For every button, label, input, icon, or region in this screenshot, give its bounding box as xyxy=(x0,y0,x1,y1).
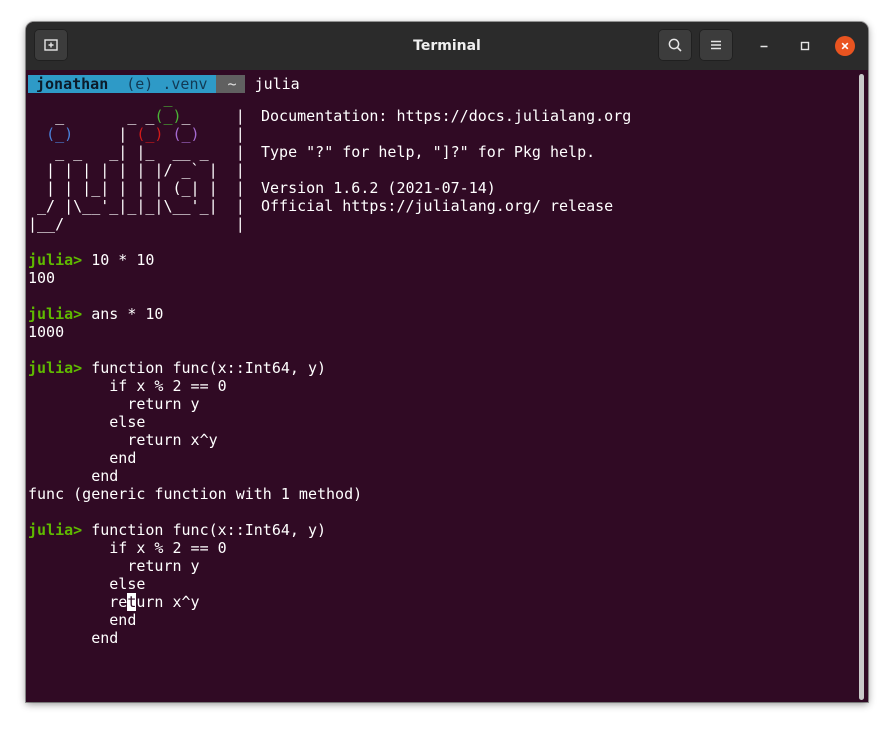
banner-logo-line: _ _ _(_)_ | xyxy=(28,107,245,125)
repl-output-line: 1000 xyxy=(28,323,65,341)
banner-logo-line: (_) | (_) (_) | xyxy=(46,125,245,143)
minimize-icon xyxy=(760,45,768,48)
code-line: return y xyxy=(28,395,200,413)
banner-info-line: Documentation: https://docs.julialang.or… xyxy=(261,107,632,125)
code-line: end xyxy=(28,629,119,647)
terminal-output[interactable]: jonathan (e) .venv ~ julia _ _ _ _(_)_ | (_… xyxy=(26,70,868,702)
code-line: if x % 2 == 0 xyxy=(28,539,227,557)
prompt-directory: ~ xyxy=(215,75,245,93)
code-line: end xyxy=(28,611,137,629)
terminal-window: Terminal jonathan (e) .venv ~ julia _ _ … xyxy=(26,22,868,702)
repl-input-line: julia> function func(x::Int64, y) xyxy=(28,521,327,539)
title-bar: Terminal xyxy=(26,22,868,71)
repl-edit-line: return x^y xyxy=(28,593,200,611)
window-title: Terminal xyxy=(413,38,481,54)
banner-logo-line: _ _ _| |_ __ _ | xyxy=(28,143,245,161)
code-line: return y xyxy=(28,557,200,575)
repl-output-line: 100 xyxy=(28,269,56,287)
prompt-command: julia xyxy=(254,75,300,93)
banner-logo-line: _/ |\__'_|_|_|\__'_| | xyxy=(28,197,245,215)
code-line: if x % 2 == 0 xyxy=(28,377,227,395)
minimize-button[interactable] xyxy=(754,36,774,56)
code-line: end xyxy=(28,467,119,485)
repl-input-line: julia> ans * 10 xyxy=(28,305,164,323)
code-line: end xyxy=(28,449,137,467)
repl-input-line: julia> function func(x::Int64, y) xyxy=(28,359,327,377)
shell-prompt-bar: jonathan (e) .venv ~ julia xyxy=(28,71,300,93)
search-button[interactable] xyxy=(658,29,692,61)
banner-info-line: Type "?" for help, "]?" for Pkg help. xyxy=(261,143,596,161)
hamburger-menu-icon xyxy=(711,40,721,50)
banner-logo-line: |__/ | xyxy=(28,215,245,233)
scrollbar[interactable] xyxy=(859,74,864,700)
repl-output-line: func (generic function with 1 method) xyxy=(28,485,363,503)
banner-logo-line: | | |_| | | | (_| | | xyxy=(28,179,245,197)
maximize-button[interactable] xyxy=(795,36,815,56)
code-line: else xyxy=(28,575,146,593)
code-line: return x^y xyxy=(28,431,218,449)
close-button[interactable] xyxy=(835,36,855,56)
code-line: else xyxy=(28,413,146,431)
banner-info-line: Official https://julialang.org/ release xyxy=(261,197,614,215)
repl-input-line: julia> 10 * 10 xyxy=(28,251,155,269)
menu-button[interactable] xyxy=(699,29,733,61)
banner-logo-line: | | | | | | |/ _` | | xyxy=(28,161,245,179)
maximize-icon xyxy=(800,41,810,51)
close-icon xyxy=(841,42,849,50)
banner-logo-line: _ xyxy=(163,89,173,107)
banner-info-line: Version 1.6.2 (2021-07-14) xyxy=(261,179,496,197)
search-icon xyxy=(668,38,682,52)
